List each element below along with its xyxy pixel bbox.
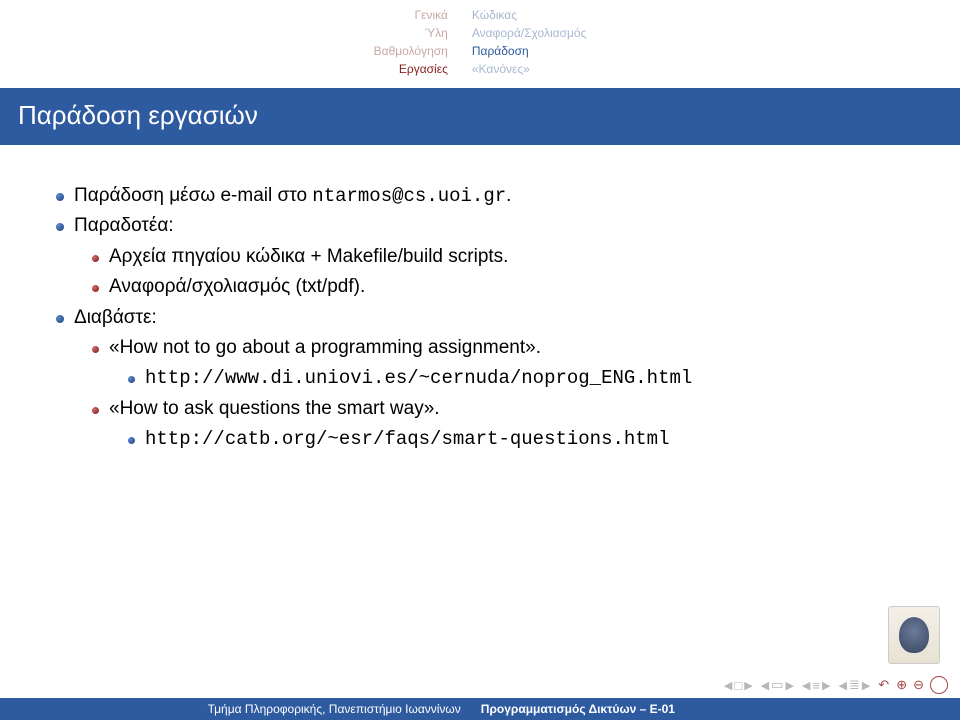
bullet-icon [92,407,99,414]
nav-header: Γενικά Ύλη Βαθμολόγηση Εργασίες Κώδικας … [0,0,960,78]
nav-item-active[interactable]: Παράδοση [472,42,529,60]
footer-bar: Τμήμα Πληροφορικής, Πανεπιστήμιο Ιωαννίν… [0,698,960,720]
nav-item[interactable]: Ύλη [425,24,448,42]
nav-item[interactable]: «Κανόνες» [472,60,530,78]
list-item: Παραδοτέα: [56,211,920,241]
bullet-icon [128,376,135,383]
nav-item[interactable]: Βαθμολόγηση [374,42,448,60]
beamer-nav: ◀□▶ ◀▭▶ ◀≡▶ ◀≣▶ ↶ ⊕ ⊖ [723,676,948,694]
url-link[interactable]: http://www.di.uniovi.es/~cernuda/noprog_… [145,363,692,393]
nav-item[interactable]: Κώδικας [472,6,517,24]
list-item: Παράδοση μέσω e-mail στο ntarmos@cs.uoi.… [56,181,920,211]
text: Αρχεία πηγαίου κώδικα + Makefile/build s… [109,242,508,272]
slide-title: Παράδοση εργασιών [0,88,960,145]
nav-prev-subsection-button[interactable]: ◀▭▶ [760,677,795,693]
footer-course: Προγραμματισμός Δικτύων – E-01 [475,702,675,716]
list-item: Αναφορά/σχολιασμός (txt/pdf). [92,272,920,302]
nav-item[interactable]: Γενικά [414,6,447,24]
url-link[interactable]: http://catb.org/~esr/faqs/smart-question… [145,424,670,454]
text: . [506,185,511,206]
list-item: http://catb.org/~esr/faqs/smart-question… [128,424,920,454]
nav-zoom-button[interactable]: ⊖ [913,677,924,693]
list-item: «How to ask questions the smart way». [92,394,920,424]
email-address: ntarmos@cs.uoi.gr [312,185,506,207]
text: Διαβάστε: [74,303,157,333]
nav-item-active[interactable]: Εργασίες [399,60,448,78]
text: «How to ask questions the smart way». [109,394,440,424]
bullet-icon [128,437,135,444]
bullet-icon [56,193,64,201]
nav-goto-button[interactable]: ↶ [877,677,890,693]
university-logo [888,606,940,664]
bullet-icon [92,285,99,292]
nav-prev-section-button[interactable]: ◀□▶ [723,678,754,693]
bullet-icon [56,315,64,323]
bullet-icon [92,346,99,353]
list-item: Αρχεία πηγαίου κώδικα + Makefile/build s… [92,242,920,272]
nav-left-col: Γενικά Ύλη Βαθμολόγηση Εργασίες [374,6,448,78]
nav-next-frame-button[interactable]: ◀≣▶ [837,677,871,693]
bullet-icon [92,255,99,262]
bullet-icon [56,223,64,231]
text: «How not to go about a programming assig… [109,333,541,363]
nav-prev-frame-button[interactable]: ◀≡▶ [801,678,832,693]
footer-institution: Τμήμα Πληροφορικής, Πανεπιστήμιο Ιωαννίν… [0,702,475,716]
text: Παραδοτέα: [74,211,174,241]
nav-cycle-button[interactable] [930,676,948,694]
text: Αναφορά/σχολιασμός (txt/pdf). [109,272,365,302]
list-item: Διαβάστε: [56,303,920,333]
nav-item[interactable]: Αναφορά/Σχολιασμός [472,24,587,42]
list-item: http://www.di.uniovi.es/~cernuda/noprog_… [128,363,920,393]
list-item: «How not to go about a programming assig… [92,333,920,363]
slide-content: Παράδοση μέσω e-mail στο ntarmos@cs.uoi.… [0,145,960,455]
text: Παράδοση μέσω e-mail στο [74,185,312,206]
nav-search-button[interactable]: ⊕ [896,677,907,693]
nav-right-col: Κώδικας Αναφορά/Σχολιασμός Παράδοση «Καν… [472,6,587,78]
